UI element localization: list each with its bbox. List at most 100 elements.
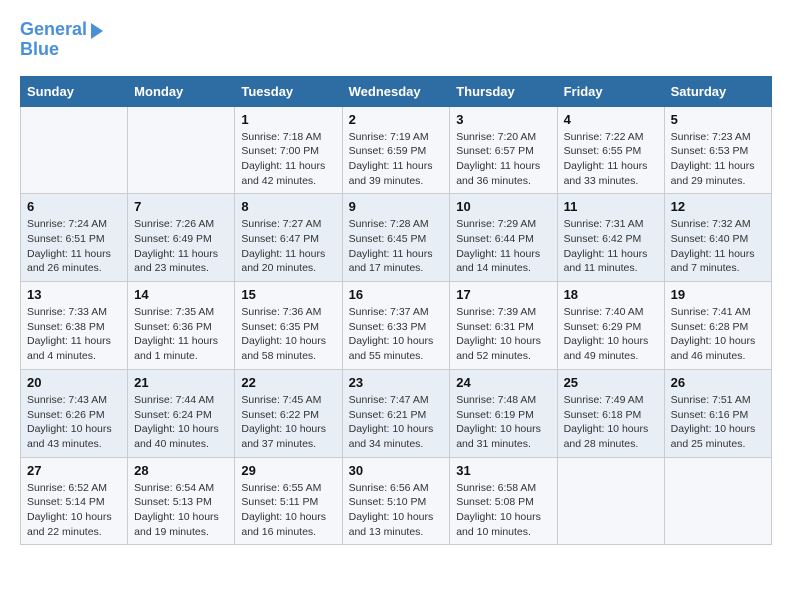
day-number: 28	[134, 463, 228, 478]
day-number: 17	[456, 287, 550, 302]
day-number: 3	[456, 112, 550, 127]
day-info: Sunrise: 6:54 AMSunset: 5:13 PMDaylight:…	[134, 481, 228, 540]
calendar-cell: 4Sunrise: 7:22 AMSunset: 6:55 PMDaylight…	[557, 106, 664, 194]
calendar-week-row: 13Sunrise: 7:33 AMSunset: 6:38 PMDayligh…	[21, 282, 772, 370]
calendar-cell: 21 Sunrise: 7:44 AMSunset: 6:24 PMDayligh…	[128, 369, 235, 457]
logo-subtext: Blue	[20, 40, 103, 60]
calendar-cell: 7 Sunrise: 7:26 AMSunset: 6:49 PMDaylight…	[128, 194, 235, 282]
day-number: 30	[349, 463, 444, 478]
calendar-week-row: 20Sunrise: 7:43 AMSunset: 6:26 PMDayligh…	[21, 369, 772, 457]
day-info: Sunrise: 7:32 AMSunset: 6:40 PMDaylight:…	[671, 217, 765, 276]
day-number: 24	[456, 375, 550, 390]
logo: General Blue	[20, 20, 103, 60]
day-info: Sunrise: 7:47 AMSunset: 6:21 PMDaylight:…	[349, 393, 444, 452]
day-number: 9	[349, 199, 444, 214]
calendar-cell: 17 Sunrise: 7:39 AMSunset: 6:31 PMDayligh…	[450, 282, 557, 370]
calendar-week-row: 27Sunrise: 6:52 AMSunset: 5:14 PMDayligh…	[21, 457, 772, 545]
calendar-cell: 28 Sunrise: 6:54 AMSunset: 5:13 PMDayligh…	[128, 457, 235, 545]
day-info: Sunrise: 7:33 AMSunset: 6:38 PMDaylight:…	[27, 305, 121, 364]
day-info: Sunrise: 7:24 AMSunset: 6:51 PMDaylight:…	[27, 217, 121, 276]
day-number: 11	[564, 199, 658, 214]
day-number: 8	[241, 199, 335, 214]
calendar-cell: 11 Sunrise: 7:31 AMSunset: 6:42 PMDayligh…	[557, 194, 664, 282]
day-info: Sunrise: 7:44 AMSunset: 6:24 PMDaylight:…	[134, 393, 228, 452]
calendar-cell: 22Sunrise: 7:45 AMSunset: 6:22 PMDayligh…	[235, 369, 342, 457]
day-info: Sunrise: 7:31 AMSunset: 6:42 PMDaylight:…	[564, 217, 658, 276]
calendar-cell: 24 Sunrise: 7:48 AMSunset: 6:19 PMDayligh…	[450, 369, 557, 457]
calendar-cell: 8 Sunrise: 7:27 AMSunset: 6:47 PMDaylight…	[235, 194, 342, 282]
day-number: 12	[671, 199, 765, 214]
day-number: 26	[671, 375, 765, 390]
calendar-cell: 1 Sunrise: 7:18 AMSunset: 7:00 PMDaylight…	[235, 106, 342, 194]
day-info: Sunrise: 7:27 AMSunset: 6:47 PMDaylight:…	[241, 217, 335, 276]
calendar-cell	[21, 106, 128, 194]
day-number: 31	[456, 463, 550, 478]
day-number: 1	[241, 112, 335, 127]
calendar-cell: 23 Sunrise: 7:47 AMSunset: 6:21 PMDayligh…	[342, 369, 450, 457]
day-info: Sunrise: 7:18 AMSunset: 7:00 PMDaylight:…	[241, 130, 335, 189]
calendar-cell: 20Sunrise: 7:43 AMSunset: 6:26 PMDayligh…	[21, 369, 128, 457]
day-info: Sunrise: 7:37 AMSunset: 6:33 PMDaylight:…	[349, 305, 444, 364]
calendar-cell	[664, 457, 771, 545]
calendar-cell: 26 Sunrise: 7:51 AMSunset: 6:16 PMDayligh…	[664, 369, 771, 457]
calendar-cell	[128, 106, 235, 194]
calendar-table: SundayMondayTuesdayWednesdayThursdayFrid…	[20, 76, 772, 546]
calendar-cell: 15 Sunrise: 7:36 AMSunset: 6:35 PMDayligh…	[235, 282, 342, 370]
day-header-sunday: Sunday	[21, 76, 128, 106]
page-header: General Blue	[20, 20, 772, 60]
calendar-cell: 29 Sunrise: 6:55 AMSunset: 5:11 PMDayligh…	[235, 457, 342, 545]
day-info: Sunrise: 7:48 AMSunset: 6:19 PMDaylight:…	[456, 393, 550, 452]
calendar-cell: 10Sunrise: 7:29 AMSunset: 6:44 PMDayligh…	[450, 194, 557, 282]
day-info: Sunrise: 7:20 AMSunset: 6:57 PMDaylight:…	[456, 130, 550, 189]
calendar-cell	[557, 457, 664, 545]
day-info: Sunrise: 7:43 AMSunset: 6:26 PMDaylight:…	[27, 393, 121, 452]
day-info: Sunrise: 7:36 AMSunset: 6:35 PMDaylight:…	[241, 305, 335, 364]
calendar-cell: 3 Sunrise: 7:20 AMSunset: 6:57 PMDaylight…	[450, 106, 557, 194]
day-info: Sunrise: 7:40 AMSunset: 6:29 PMDaylight:…	[564, 305, 658, 364]
calendar-header-row: SundayMondayTuesdayWednesdayThursdayFrid…	[21, 76, 772, 106]
calendar-cell: 25Sunrise: 7:49 AMSunset: 6:18 PMDayligh…	[557, 369, 664, 457]
day-number: 27	[27, 463, 121, 478]
day-number: 21	[134, 375, 228, 390]
day-number: 22	[241, 375, 335, 390]
calendar-week-row: 6 Sunrise: 7:24 AMSunset: 6:51 PMDaylight…	[21, 194, 772, 282]
day-number: 19	[671, 287, 765, 302]
calendar-cell: 6 Sunrise: 7:24 AMSunset: 6:51 PMDaylight…	[21, 194, 128, 282]
calendar-cell: 13Sunrise: 7:33 AMSunset: 6:38 PMDayligh…	[21, 282, 128, 370]
day-info: Sunrise: 7:28 AMSunset: 6:45 PMDaylight:…	[349, 217, 444, 276]
day-number: 7	[134, 199, 228, 214]
day-header-monday: Monday	[128, 76, 235, 106]
day-info: Sunrise: 7:41 AMSunset: 6:28 PMDaylight:…	[671, 305, 765, 364]
day-info: Sunrise: 7:35 AMSunset: 6:36 PMDaylight:…	[134, 305, 228, 364]
day-info: Sunrise: 7:19 AMSunset: 6:59 PMDaylight:…	[349, 130, 444, 189]
calendar-cell: 31Sunrise: 6:58 AMSunset: 5:08 PMDayligh…	[450, 457, 557, 545]
day-info: Sunrise: 7:23 AMSunset: 6:53 PMDaylight:…	[671, 130, 765, 189]
day-info: Sunrise: 7:26 AMSunset: 6:49 PMDaylight:…	[134, 217, 228, 276]
day-number: 10	[456, 199, 550, 214]
calendar-cell: 12 Sunrise: 7:32 AMSunset: 6:40 PMDayligh…	[664, 194, 771, 282]
logo-arrow-icon	[91, 23, 103, 39]
day-info: Sunrise: 6:56 AMSunset: 5:10 PMDaylight:…	[349, 481, 444, 540]
day-number: 23	[349, 375, 444, 390]
calendar-cell: 16Sunrise: 7:37 AMSunset: 6:33 PMDayligh…	[342, 282, 450, 370]
day-header-tuesday: Tuesday	[235, 76, 342, 106]
calendar-week-row: 1 Sunrise: 7:18 AMSunset: 7:00 PMDaylight…	[21, 106, 772, 194]
day-info: Sunrise: 7:51 AMSunset: 6:16 PMDaylight:…	[671, 393, 765, 452]
day-info: Sunrise: 7:39 AMSunset: 6:31 PMDaylight:…	[456, 305, 550, 364]
calendar-cell: 18 Sunrise: 7:40 AMSunset: 6:29 PMDayligh…	[557, 282, 664, 370]
day-info: Sunrise: 7:49 AMSunset: 6:18 PMDaylight:…	[564, 393, 658, 452]
day-header-saturday: Saturday	[664, 76, 771, 106]
day-number: 18	[564, 287, 658, 302]
day-number: 5	[671, 112, 765, 127]
calendar-cell: 19 Sunrise: 7:41 AMSunset: 6:28 PMDayligh…	[664, 282, 771, 370]
calendar-cell: 27Sunrise: 6:52 AMSunset: 5:14 PMDayligh…	[21, 457, 128, 545]
day-number: 4	[564, 112, 658, 127]
calendar-cell: 5 Sunrise: 7:23 AMSunset: 6:53 PMDaylight…	[664, 106, 771, 194]
day-number: 15	[241, 287, 335, 302]
day-number: 29	[241, 463, 335, 478]
day-header-friday: Friday	[557, 76, 664, 106]
day-number: 6	[27, 199, 121, 214]
calendar-cell: 14Sunrise: 7:35 AMSunset: 6:36 PMDayligh…	[128, 282, 235, 370]
day-info: Sunrise: 6:55 AMSunset: 5:11 PMDaylight:…	[241, 481, 335, 540]
day-header-wednesday: Wednesday	[342, 76, 450, 106]
